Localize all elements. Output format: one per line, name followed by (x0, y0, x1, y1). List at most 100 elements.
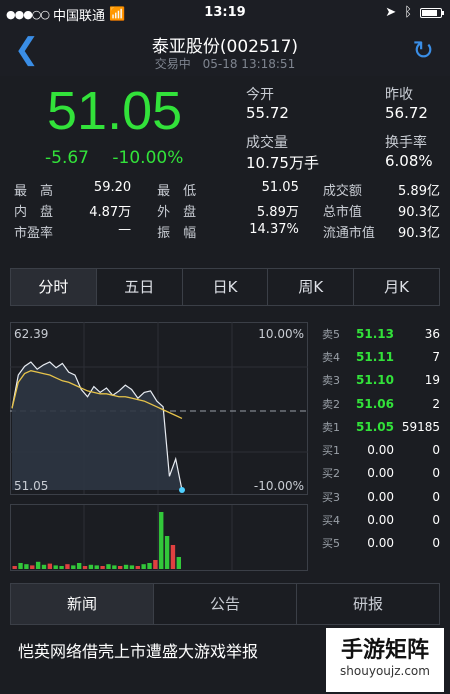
watermark-cn: 手游矩阵 (340, 638, 429, 663)
volume-bar (41, 564, 47, 569)
volume-label: 成交量 (246, 135, 288, 151)
tab-five-day[interactable]: 五日 (97, 269, 183, 305)
open-label: 今开 (246, 87, 274, 103)
turnover-label: 换手率 (385, 135, 427, 151)
open-value: 55.72 (246, 104, 289, 122)
tab-announcements[interactable]: 公告 (154, 584, 297, 624)
volume-bar (118, 566, 123, 569)
stat-label: 流通市值 (322, 226, 375, 241)
tab-timeshare[interactable]: 分时 (11, 269, 97, 305)
stat-cell: 最 低 51.05 (157, 180, 299, 201)
watermark-url: shouyoujz.com (340, 664, 430, 678)
prev-close-value: 56.72 (385, 104, 428, 122)
ob-price: 0.00 (367, 536, 394, 551)
ask-row: 卖2 51.06 2 (322, 392, 440, 415)
ob-label: 买1 (322, 444, 340, 458)
tab-daily-k[interactable]: 日K (183, 269, 269, 305)
ob-label: 买5 (322, 537, 340, 551)
price-area (12, 362, 182, 490)
stat-label: 内 盘 (14, 205, 54, 220)
ob-volume: 0 (432, 466, 440, 481)
stat-label: 成交额 (322, 184, 362, 199)
axis-bottom-price: 51.05 (14, 479, 48, 493)
stat-value: 5.89亿 (398, 184, 440, 199)
volume-bar (24, 564, 29, 569)
ob-label: 买3 (322, 490, 340, 504)
stat-cell: 最 高 59.20 (14, 180, 131, 201)
stat-value: 59.20 (93, 180, 132, 195)
stat-label: 最 低 (157, 184, 197, 199)
volume-bar (159, 512, 164, 569)
volume-bar (59, 566, 64, 569)
price-series (11, 361, 185, 493)
stat-value: 90.3亿 (398, 205, 440, 220)
tab-news[interactable]: 新闻 (11, 584, 154, 624)
refresh-icon[interactable]: ↻ (412, 36, 434, 66)
volume-bar (94, 565, 99, 569)
ob-label: 卖3 (322, 374, 340, 388)
intraday-chart[interactable]: 62.39 10.00% 51.05 -10.00% (10, 322, 310, 572)
ob-volume: 0 (432, 489, 440, 504)
volume-bar (112, 565, 117, 569)
volume-bar (100, 566, 105, 569)
change-percent: -10.00% (112, 148, 184, 168)
ob-price: 0.00 (367, 513, 394, 528)
change-value: -5.67 (45, 148, 89, 168)
stat-cell: 内 盘 4.87万 (14, 201, 131, 222)
location-icon: ➤ (385, 5, 397, 20)
watermark-logo: 手游矩阵 shouyoujz.com (326, 628, 444, 692)
stat-label: 最 高 (14, 184, 54, 199)
stat-value: 51.05 (261, 180, 299, 195)
tab-research[interactable]: 研报 (297, 584, 439, 624)
stats-grid: 最 高 59.20 最 低 51.05 成交额 5.89亿 内 盘 4.87万 外 盘 5… (14, 180, 440, 243)
ask-row: 卖5 51.13 36 (322, 322, 440, 345)
ob-price: 0.00 (367, 466, 394, 481)
stat-cell: 成交额 5.89亿 (323, 180, 440, 201)
ob-volume: 2 (432, 396, 440, 411)
order-book: 卖5 51.13 36 卖4 51.11 7 卖3 51.10 19 卖2 51.06 2 卖1 51.0… (322, 322, 440, 555)
volume-frame (10, 504, 308, 571)
trade-datetime: 05-18 13:18:51 (202, 57, 296, 71)
volume-bar (47, 563, 53, 569)
stat-value: — (118, 222, 132, 237)
volume-bar (88, 564, 94, 569)
volume-bar (82, 566, 88, 569)
news-tabs: 新闻 公告 研报 (10, 583, 440, 625)
ob-volume: 7 (432, 349, 440, 364)
quote-panel: 51.05 -5.67 -10.00% 今开 55.72 昨收 56.72 成交… (0, 76, 450, 256)
volume-bar (106, 564, 111, 569)
status-bar: ●●●○○ 中国联通 📶 13:19 ➤ ᛒ (0, 0, 450, 26)
bid-row: 买5 0.00 0 (322, 532, 440, 555)
bid-row: 买3 0.00 0 (322, 485, 440, 508)
ob-price: 51.11 (356, 349, 394, 364)
stat-cell: 市盈率 — (14, 222, 131, 243)
ob-volume: 59185 (401, 419, 440, 434)
volume-bar (129, 565, 135, 569)
tab-weekly-k[interactable]: 周K (268, 269, 355, 305)
volume-bar (164, 536, 170, 569)
volume-bar (71, 565, 76, 569)
news-headline[interactable]: 恺英网络借壳上市遭盛大游戏举报 (18, 638, 258, 662)
current-price: 51.05 (47, 81, 183, 141)
stat-value: 90.3亿 (398, 226, 440, 241)
ob-price: 51.06 (356, 396, 394, 411)
stat-label: 市盈率 (14, 226, 54, 241)
ob-label: 卖1 (322, 420, 340, 434)
last-price-dot (179, 487, 185, 493)
ob-price: 51.13 (356, 326, 394, 341)
volume-bar (141, 564, 146, 569)
ob-label: 卖5 (322, 327, 340, 341)
volume-value: 10.75万手 (246, 154, 319, 172)
volume-bars (12, 512, 181, 569)
ask-row: 卖4 51.11 7 (322, 345, 440, 368)
tab-monthly-k[interactable]: 月K (354, 269, 439, 305)
ob-volume: 0 (432, 513, 440, 528)
stat-cell: 外 盘 5.89万 (157, 201, 299, 222)
ask-row: 卖1 51.05 59185 (322, 415, 440, 438)
volume-bar (153, 560, 158, 569)
volume-bar (170, 545, 176, 569)
ob-price: 51.10 (356, 373, 394, 388)
volume-bar (123, 564, 129, 569)
volume-bar (12, 566, 17, 569)
trade-status: 交易中 05-18 13:18:51 (0, 55, 450, 72)
